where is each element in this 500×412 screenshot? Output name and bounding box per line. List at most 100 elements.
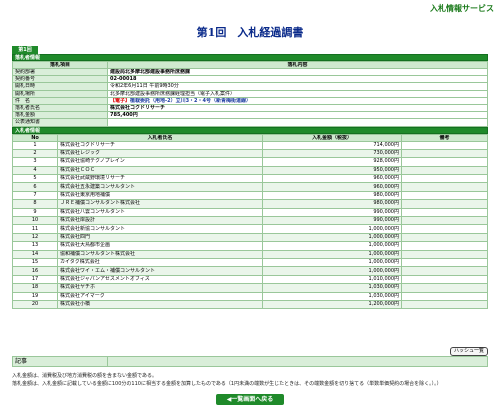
bidder-amount: 1,010,000円	[262, 274, 402, 285]
round-tab[interactable]: 第1回	[12, 46, 38, 54]
bidder-no: 14	[12, 249, 58, 259]
bidder-note	[401, 140, 488, 150]
winner-row-contract-no: 契約番号 02-00018	[12, 75, 488, 84]
bidder-amount: 1,000,000円	[262, 249, 402, 259]
bidder-no: 20	[12, 299, 58, 310]
row-label: 開札日時	[12, 82, 108, 91]
bidder-note	[401, 224, 488, 234]
bidder-note	[401, 241, 488, 251]
bidder-note	[401, 274, 488, 285]
bidder-row: 3 株式会社協崎テクノプレイン 928,000円	[12, 157, 488, 167]
bidder-amount: 1,030,000円	[262, 283, 402, 293]
bidder-amount: 1,000,000円	[262, 266, 402, 276]
bidder-name: 株式会社五永建築コンサルタント	[57, 182, 263, 192]
bidder-name: 株式会社アイマーク	[57, 291, 263, 301]
main-content: 落札者情報 落札項目 落札内容 契約部署 建設局北多摩北部建設事務所庶務課 契約…	[12, 54, 488, 310]
bidder-note	[401, 291, 488, 301]
note-tax: 入札金額は、消費税及び地方消費税の額を含まない金額である。	[12, 373, 157, 379]
bidder-no: 6	[12, 182, 58, 192]
bidder-row: 1 株式会社コクドリサーチ 714,000円	[12, 140, 488, 150]
bidder-name: 協和補償コンサルタント株式会社	[57, 249, 263, 259]
bidder-amount: 980,000円	[262, 199, 402, 209]
bidder-amount: 980,000円	[262, 190, 402, 201]
bidder-no: 5	[12, 174, 58, 184]
bidder-note	[401, 148, 488, 159]
winner-table: 落札項目 落札内容 契約部署 建設局北多摩北部建設事務所庶務課 契約番号 02-…	[12, 61, 488, 127]
bidder-amount: 960,000円	[262, 174, 402, 184]
bidder-no: 18	[12, 283, 58, 293]
bidder-row: 8 ＪＲＥ補償コンサルタント株式会社 980,000円	[12, 199, 488, 209]
bidder-note	[401, 157, 488, 167]
bidder-row: 13 株式会社大鳥都市企画 1,000,000円	[12, 241, 488, 251]
bidder-note	[401, 257, 488, 268]
bidder-row: 19 株式会社アイマーク 1,030,000円	[12, 291, 488, 301]
row-value: 令和2年6月11日 午前9時30分	[107, 82, 488, 91]
bidder-note	[401, 266, 488, 276]
row-label: 契約部署	[12, 67, 108, 77]
bidder-note	[401, 215, 488, 226]
bidder-row: 9 株式会社八雲コンサルタント 990,000円	[12, 207, 488, 218]
bidder-row: 14 協和補償コンサルタント株式会社 1,000,000円	[12, 249, 488, 259]
bidder-amount: 1,030,000円	[262, 291, 402, 301]
bidder-amount: 1,000,000円	[262, 232, 402, 243]
bidder-name: 株式会社新協コンサルタント	[57, 224, 263, 234]
row-value: 02-00018	[107, 75, 488, 84]
bidder-note	[401, 190, 488, 201]
bidder-row: 17 株式会社ジャパンアセスメントオフィス 1,010,000円	[12, 274, 488, 285]
bidder-no: 3	[12, 157, 58, 167]
hash-list-button[interactable]: ハッシュ一覧	[449, 347, 488, 356]
electronic-tag: 【電子】	[110, 97, 131, 104]
bidder-note	[401, 165, 488, 176]
bidder-note	[401, 182, 488, 192]
bidder-note	[401, 174, 488, 184]
bidder-no: 16	[12, 266, 58, 276]
bidders-section-title: 入札者情報	[12, 126, 488, 134]
bidder-row: 11 株式会社新協コンサルタント 1,000,000円	[12, 224, 488, 234]
row-label: 件 名	[12, 96, 108, 105]
bidders-table: No 入札者氏名 入札金額（税抜） 備考 1 株式会社コクドリサーチ 714,000…	[12, 133, 488, 310]
bidder-name: ＪＲＥ補償コンサルタント株式会社	[57, 199, 263, 209]
bidder-no: 17	[12, 274, 58, 285]
col-item-header: 落札項目	[12, 61, 108, 69]
col-no-header: No	[12, 133, 58, 142]
bidder-row: 4 株式会社ＣＯＣ 950,000円	[12, 165, 488, 176]
page-title: 第1回 入札経過調書	[196, 26, 304, 39]
bidder-note	[401, 199, 488, 209]
subject-text: 植栽委託（用地-2）立川3・2・4号（新青梅街道線）	[130, 97, 252, 104]
row-label: 落札者氏名	[12, 103, 108, 113]
col-amount-header: 入札金額（税抜）	[262, 133, 402, 142]
col-content-header: 落札内容	[107, 61, 488, 69]
winner-row-dept: 契約部署 建設局北多摩北部建設事務所庶務課	[12, 67, 488, 77]
bidder-no: 15	[12, 257, 58, 268]
winner-row-amount: 落札金額 785,400円	[12, 111, 488, 120]
row-value: 株式会社コクドリサーチ	[107, 103, 488, 113]
bidder-amount: 714,000円	[262, 140, 402, 150]
row-label: 開札場所	[12, 89, 108, 98]
bidder-amount: 1,000,000円	[262, 257, 402, 268]
bidder-name: カイタク株式会社	[57, 257, 263, 268]
bidder-no: 11	[12, 224, 58, 234]
bidder-no: 10	[12, 215, 58, 226]
bidder-amount: 950,000円	[262, 165, 402, 176]
bidder-no: 19	[12, 291, 58, 301]
back-to-list-button[interactable]: ◀一覧画面へ戻る	[216, 394, 284, 405]
remarks-value	[107, 356, 488, 367]
bidder-name: 株式会社協崎テクノプレイン	[57, 157, 263, 167]
service-name: 入札情報サービス	[430, 4, 494, 13]
bidder-note	[401, 249, 488, 259]
bidder-note	[401, 283, 488, 293]
bidder-note	[401, 299, 488, 310]
bidder-name: 株式会社ＣＯＣ	[57, 165, 263, 176]
bidder-amount: 928,000円	[262, 157, 402, 167]
bidder-name: 株式会社大鳥都市企画	[57, 241, 263, 251]
bidder-amount: 960,000円	[262, 182, 402, 192]
bidder-row: 18 株式会社ヤチホ 1,030,000円	[12, 283, 488, 293]
bidder-name: 株式会社八雲コンサルタント	[57, 207, 263, 218]
bidder-no: 12	[12, 232, 58, 243]
winner-row-subject: 件 名 【電子】植栽委託（用地-2）立川3・2・4号（新青梅街道線）	[12, 96, 488, 105]
bidder-row: 7 株式会社東京用地補償 980,000円	[12, 190, 488, 201]
row-value: 北多摩北部建設事務所庶務課経理担当（電子入札案件）	[107, 89, 488, 98]
bidder-name: 株式会社小橋	[57, 299, 263, 310]
bidder-row: 20 株式会社小橋 1,200,000円	[12, 299, 488, 310]
bidder-amount: 1,200,000円	[262, 299, 402, 310]
